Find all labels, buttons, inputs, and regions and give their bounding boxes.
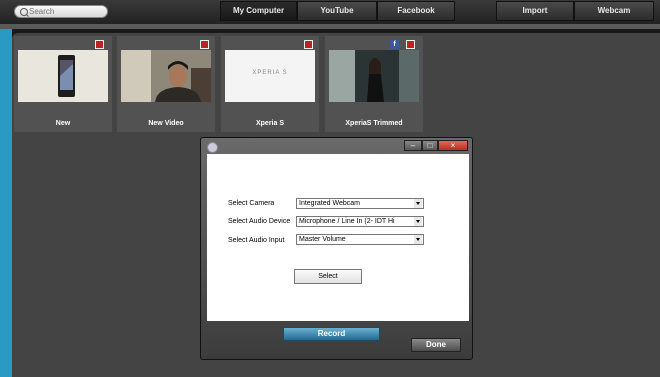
video-card-xperia-s[interactable]: XPERIA S Xperia S: [221, 36, 319, 132]
maximize-button[interactable]: □: [422, 140, 438, 151]
webcam-thumbnail-image: [121, 50, 211, 102]
video-title: New: [55, 120, 71, 127]
camera-select-value: Integrated Webcam: [299, 200, 360, 207]
close-button[interactable]: ×: [438, 140, 468, 151]
search-icon: [20, 8, 28, 16]
video-title: XperiaS Trimmed: [345, 120, 403, 127]
chevron-down-icon[interactable]: [414, 199, 422, 208]
record-button[interactable]: Record: [283, 327, 380, 341]
tab-facebook[interactable]: Facebook: [377, 1, 455, 21]
minimize-button[interactable]: –: [404, 140, 422, 151]
chevron-down-icon[interactable]: [414, 235, 422, 244]
audio-device-select-value: Microphone / Line In (2- IDT Hi: [299, 218, 395, 225]
dialog-content: Select Camera Integrated Webcam Select A…: [207, 154, 469, 321]
facebook-icon: f: [390, 40, 399, 49]
youtube-icon: [200, 40, 209, 49]
search-box[interactable]: [14, 5, 108, 18]
video-thumbnail[interactable]: [121, 50, 211, 102]
audio-device-select[interactable]: Microphone / Line In (2- IDT Hi: [296, 216, 424, 227]
tab-my-computer[interactable]: My Computer: [220, 1, 297, 21]
window-edge: [0, 29, 12, 377]
thumbnail-title-text: XPERIA S: [252, 70, 288, 76]
tab-youtube[interactable]: YouTube: [297, 1, 377, 21]
audio-input-select[interactable]: Master Volume: [296, 234, 424, 245]
video-title: Xperia S: [255, 120, 284, 127]
video-thumbnail[interactable]: XPERIA S: [225, 50, 315, 102]
done-button[interactable]: Done: [411, 338, 461, 352]
search-input[interactable]: [29, 6, 105, 17]
chevron-down-icon[interactable]: [414, 217, 422, 226]
youtube-icon: [95, 40, 104, 49]
audio-input-label: Select Audio Input: [228, 237, 285, 244]
video-title: New Video: [148, 120, 184, 127]
scene-thumbnail-image: [329, 50, 419, 102]
tab-import[interactable]: Import: [496, 1, 574, 21]
youtube-icon: [304, 40, 313, 49]
phone-thumbnail-image: [18, 50, 108, 102]
video-card-new-video[interactable]: New Video: [117, 36, 215, 132]
camera-label: Select Camera: [228, 200, 275, 207]
video-thumbnail[interactable]: [329, 50, 419, 102]
youtube-icon: [406, 40, 415, 49]
video-card-xperias-trimmed[interactable]: f XperiaS Trimmed: [325, 36, 423, 132]
audio-input-select-value: Master Volume: [299, 236, 346, 243]
video-thumbnail[interactable]: [18, 50, 108, 102]
video-card-new[interactable]: New: [14, 36, 112, 132]
select-button[interactable]: Select: [294, 269, 362, 284]
toolbar-divider: [0, 24, 660, 29]
camera-select[interactable]: Integrated Webcam: [296, 198, 424, 209]
top-bar: My Computer YouTube Facebook Import Webc…: [0, 0, 660, 24]
tab-webcam[interactable]: Webcam: [574, 1, 654, 21]
audio-device-label: Select Audio Device: [228, 218, 291, 225]
app-icon: [207, 142, 218, 153]
webcam-dialog: – □ × Select Camera Integrated Webcam Se…: [200, 137, 473, 360]
